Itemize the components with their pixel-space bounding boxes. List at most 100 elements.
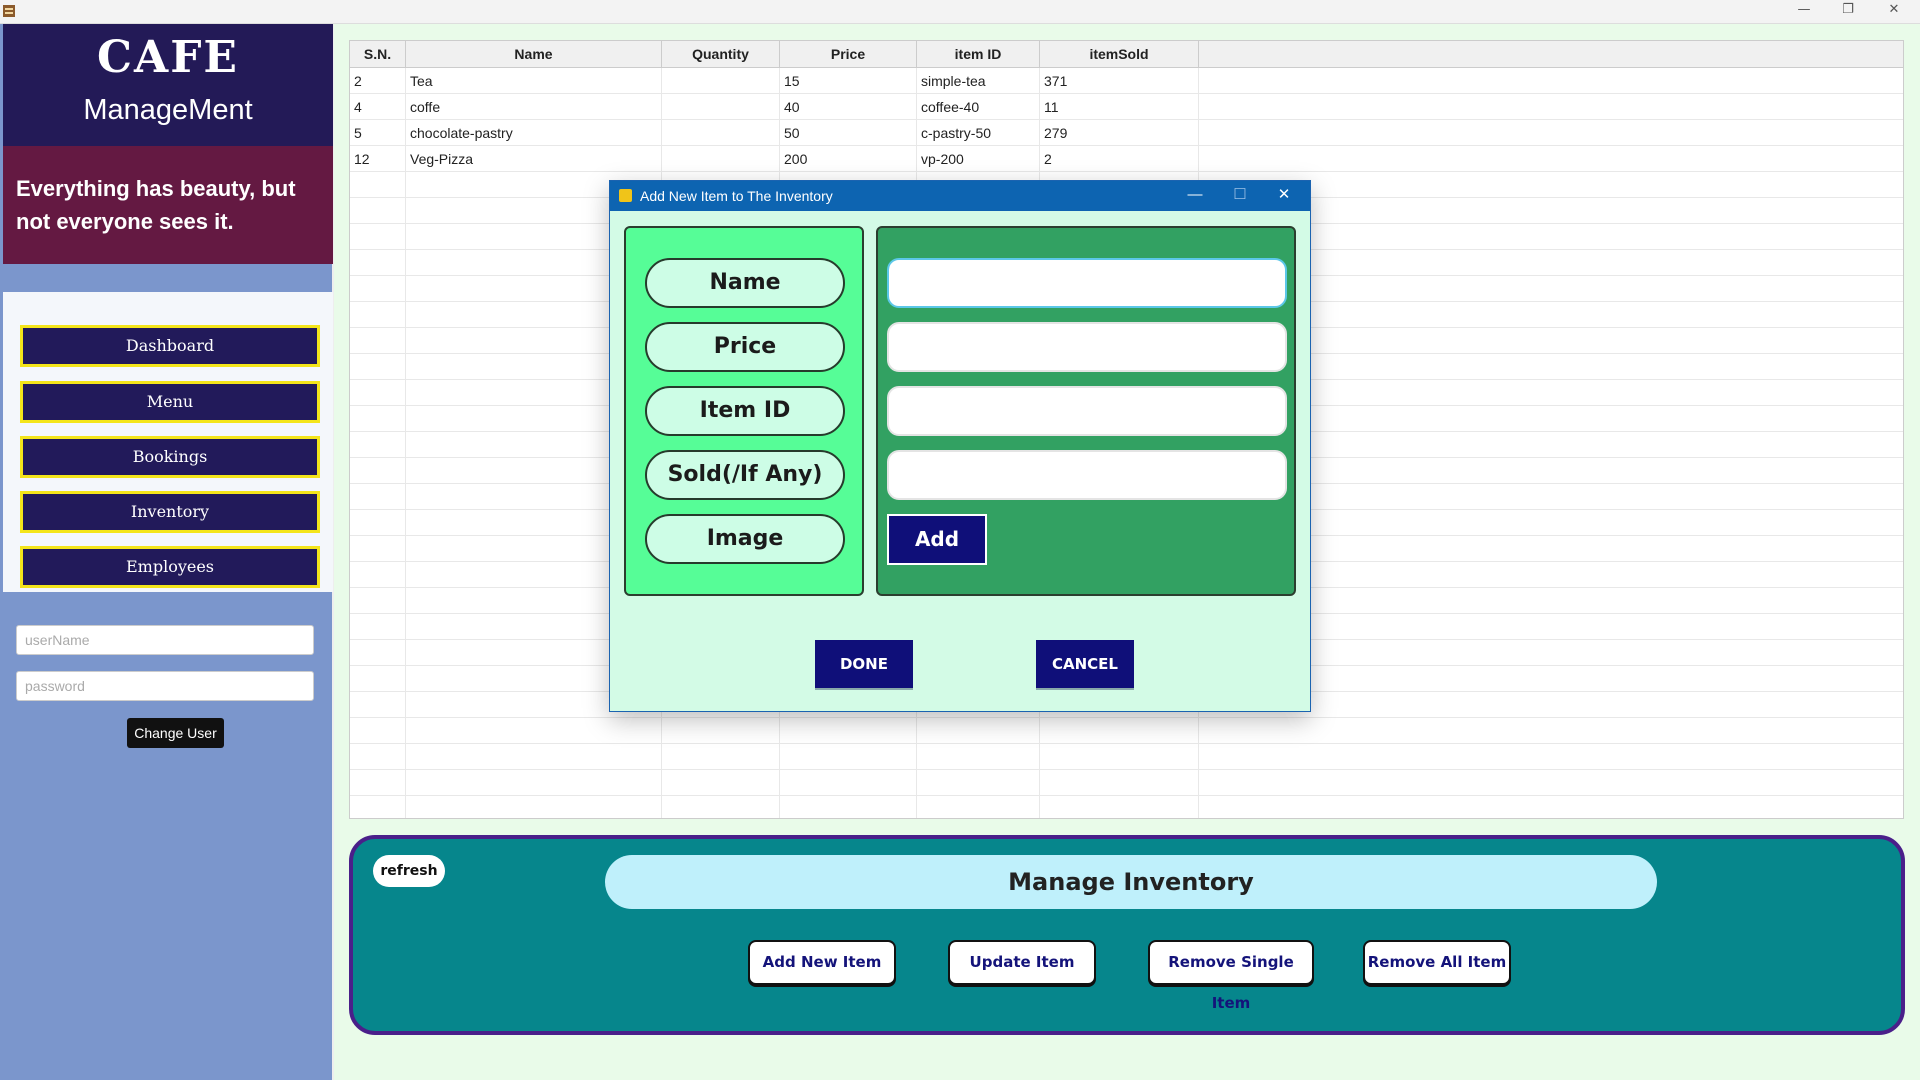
sn-cell: [350, 744, 406, 770]
table-row-empty[interactable]: [350, 718, 1903, 744]
window-close-button[interactable]: ✕: [1872, 0, 1916, 22]
quote-text: Everything has beauty, but not everyone …: [3, 146, 333, 264]
item-id-label: Item ID: [645, 386, 845, 436]
quantity-cell: [662, 94, 780, 120]
sn-cell: [350, 380, 406, 406]
sn-cell: [350, 510, 406, 536]
change-user-button[interactable]: Change User: [127, 718, 224, 748]
filler-cell: [1199, 718, 1903, 744]
column-header-item-sold[interactable]: itemSold: [1040, 41, 1199, 68]
name-input[interactable]: [887, 258, 1287, 308]
item-id-cell: coffee-40: [917, 94, 1040, 120]
column-header-sn[interactable]: S.N.: [350, 41, 406, 68]
manage-inventory-title: Manage Inventory: [605, 855, 1657, 909]
sn-cell: [350, 536, 406, 562]
sn-cell: [350, 666, 406, 692]
table-row-empty[interactable]: [350, 744, 1903, 770]
field-inputs-panel: Add: [876, 226, 1296, 596]
price-cell: [780, 718, 917, 744]
name-cell: chocolate-pastry: [406, 120, 662, 146]
sold-input[interactable]: [887, 450, 1287, 500]
item-sold-cell: [1040, 718, 1199, 744]
window-restore-button[interactable]: ❐: [1826, 0, 1870, 22]
name-cell: [406, 770, 662, 796]
column-header-quantity[interactable]: Quantity: [662, 41, 780, 68]
nav-inventory-button[interactable]: Inventory: [20, 491, 320, 533]
nav-bookings-button[interactable]: Bookings: [20, 436, 320, 478]
item-id-cell: [917, 770, 1040, 796]
sn-cell: [350, 458, 406, 484]
sn-cell: [350, 484, 406, 510]
column-header-name[interactable]: Name: [406, 41, 662, 68]
table-row[interactable]: 2 Tea 15 simple-tea 371: [350, 68, 1903, 94]
name-cell: [406, 796, 662, 818]
price-cell: 40: [780, 94, 917, 120]
table-row[interactable]: 4 coffe 40 coffee-40 11: [350, 94, 1903, 120]
table-row[interactable]: 5 chocolate-pastry 50 c-pastry-50 279: [350, 120, 1903, 146]
sn-cell: [350, 354, 406, 380]
sn-cell: [350, 692, 406, 718]
sn-cell: [350, 328, 406, 354]
add-image-button[interactable]: Add: [887, 514, 987, 565]
name-label: Name: [645, 258, 845, 308]
dialog-maximize-button[interactable]: ☐: [1218, 181, 1262, 211]
table-header: S.N. Name Quantity Price item ID itemSol…: [350, 41, 1903, 68]
dialog-app-icon: [619, 189, 632, 202]
sn-cell: 2: [350, 68, 406, 94]
update-item-button[interactable]: Update Item: [948, 940, 1096, 985]
done-button[interactable]: DONE: [815, 640, 913, 690]
remove-all-item-button[interactable]: Remove All Item: [1363, 940, 1511, 985]
password-input[interactable]: [16, 671, 314, 701]
nav-employees-button[interactable]: Employees: [20, 546, 320, 588]
dialog-minimize-button[interactable]: —: [1173, 181, 1217, 211]
name-cell: Tea: [406, 68, 662, 94]
filler-cell: [1199, 68, 1903, 94]
quantity-cell: [662, 744, 780, 770]
column-header-price[interactable]: Price: [780, 41, 917, 68]
window-minimize-button[interactable]: —: [1782, 0, 1826, 22]
sn-cell: 12: [350, 146, 406, 172]
window-titlebar: — ❐ ✕: [0, 0, 1920, 24]
dialog-close-button[interactable]: ✕: [1262, 181, 1306, 211]
sn-cell: [350, 640, 406, 666]
filler-cell: [1199, 94, 1903, 120]
item-id-cell: vp-200: [917, 146, 1040, 172]
name-cell: [406, 718, 662, 744]
column-header-item-id[interactable]: item ID: [917, 41, 1040, 68]
nav-menu-button[interactable]: Menu: [20, 381, 320, 423]
dialog-titlebar: Add New Item to The Inventory — ☐ ✕: [610, 181, 1310, 211]
sn-cell: [350, 302, 406, 328]
cancel-button[interactable]: CANCEL: [1036, 640, 1134, 690]
item-id-input[interactable]: [887, 386, 1287, 436]
refresh-button[interactable]: refresh: [373, 855, 445, 887]
price-cell: [780, 770, 917, 796]
add-new-item-button[interactable]: Add New Item: [748, 940, 896, 985]
sn-cell: [350, 588, 406, 614]
item-sold-cell: [1040, 770, 1199, 796]
dialog-title: Add New Item to The Inventory: [640, 188, 833, 204]
sn-cell: 4: [350, 94, 406, 120]
quantity-cell: [662, 718, 780, 744]
quantity-cell: [662, 68, 780, 94]
price-label: Price: [645, 322, 845, 372]
table-row[interactable]: 12 Veg-Pizza 200 vp-200 2: [350, 146, 1903, 172]
sn-cell: [350, 276, 406, 302]
image-label: Image: [645, 514, 845, 564]
price-input[interactable]: [887, 322, 1287, 372]
sn-cell: [350, 796, 406, 818]
price-cell: 200: [780, 146, 917, 172]
table-row-empty[interactable]: [350, 770, 1903, 796]
filler-cell: [1199, 120, 1903, 146]
quantity-cell: [662, 796, 780, 818]
filler-cell: [1199, 744, 1903, 770]
app-icon: [3, 5, 15, 17]
remove-single-item-button[interactable]: Remove Single Item: [1148, 940, 1314, 1012]
item-id-cell: simple-tea: [917, 68, 1040, 94]
sn-cell: 5: [350, 120, 406, 146]
username-input[interactable]: [16, 625, 314, 655]
item-sold-cell: 2: [1040, 146, 1199, 172]
sn-cell: [350, 718, 406, 744]
table-row-empty[interactable]: [350, 796, 1903, 818]
brand-header: CAFE ManageMent: [3, 24, 333, 146]
nav-dashboard-button[interactable]: Dashboard: [20, 325, 320, 367]
